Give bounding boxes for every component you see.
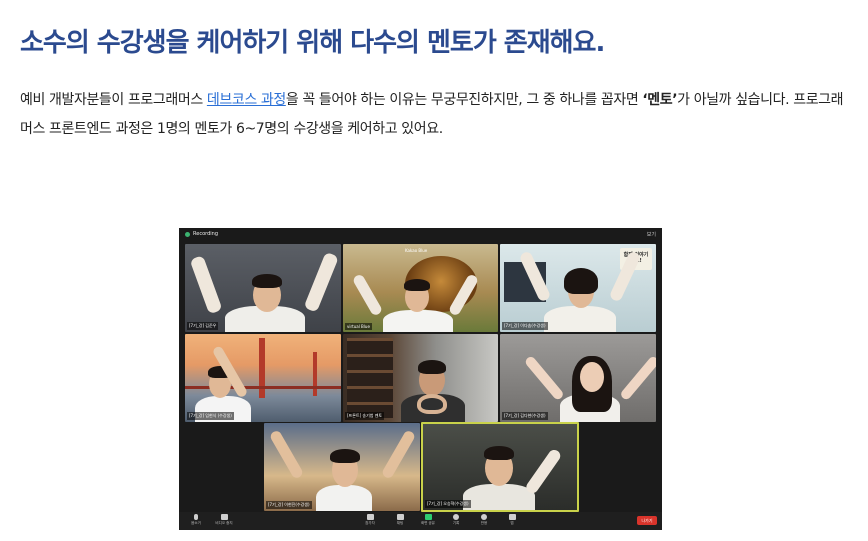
active-speaker-tile: [7기_강] 오승혁(수강생) bbox=[421, 422, 579, 512]
participant-name: [7기_강] 이현진(수강생) bbox=[266, 501, 312, 509]
share-screen-icon bbox=[424, 514, 432, 520]
paragraph-text-1: 예비 개발자분들이 프로그래머스 bbox=[20, 92, 207, 108]
reactions-label: 반응 bbox=[480, 521, 488, 525]
share-label: 화면 공유 bbox=[421, 521, 435, 525]
microphone-icon bbox=[194, 514, 198, 520]
participant-arm bbox=[524, 447, 563, 496]
participant-name: virtual Blue bbox=[345, 323, 372, 330]
smile-icon bbox=[481, 514, 487, 520]
participant-hair bbox=[564, 268, 598, 294]
video-tile: [7기_강] 김다현(수강생) bbox=[500, 334, 656, 422]
participant-body bbox=[383, 310, 453, 332]
video-button[interactable]: 비디오 중지 bbox=[213, 514, 235, 526]
participant-head bbox=[580, 362, 604, 392]
video-tile: [7기_강] 김준우 bbox=[185, 244, 341, 332]
participant-arm bbox=[523, 354, 565, 402]
record-icon bbox=[453, 514, 459, 520]
record-button[interactable]: 기록 bbox=[445, 514, 467, 526]
participant-arm bbox=[351, 273, 384, 317]
apps-label: 앱 bbox=[510, 521, 514, 525]
participant-arm bbox=[268, 429, 305, 480]
apps-button[interactable]: 앱 bbox=[501, 514, 523, 526]
participant-hair bbox=[484, 446, 514, 460]
participant-name: [7기_강] 김다현(수강생) bbox=[502, 412, 548, 420]
video-tile: Kakao Blue virtual Blue bbox=[343, 244, 498, 332]
paragraph-text-2: 을 꼭 들어야 하는 이유는 무궁무진하지만, 그 중 하나를 꼽자면 bbox=[285, 92, 643, 108]
participants-icon bbox=[366, 514, 374, 520]
chat-button[interactable]: 채팅 bbox=[389, 514, 411, 526]
mentor-emphasis: ‘멘토’ bbox=[642, 92, 678, 108]
mute-button[interactable]: 음소거 bbox=[185, 514, 207, 526]
participant-arm bbox=[380, 429, 417, 480]
participant-name: [7기_강] 임현식 (수강생) bbox=[187, 412, 234, 420]
participant-name: [7기_강] 김준우 bbox=[187, 322, 219, 330]
intro-paragraph: 예비 개발자분들이 프로그래머스 데브코스 과정을 꼭 들어야 하는 이유는 무… bbox=[20, 86, 850, 144]
participant-arm bbox=[619, 354, 656, 402]
participant-name: [프론트] 송기범 멘토 bbox=[345, 412, 385, 420]
participants-label: 참가자 bbox=[365, 521, 375, 525]
view-button[interactable]: 보기 bbox=[647, 231, 656, 238]
zoom-top-bar: Recording 보기 bbox=[179, 228, 662, 241]
video-tile: 함께 이야기 해요! [7기_강] 이다솜(수강생) bbox=[500, 244, 656, 332]
video-label: 비디오 중지 bbox=[215, 521, 233, 525]
participant-hair bbox=[330, 449, 360, 463]
record-label: 기록 bbox=[452, 521, 460, 525]
chat-label: 채팅 bbox=[396, 521, 404, 525]
section-heading: 소수의 수강생을 케어하기 위해 다수의 멘토가 존재해요. bbox=[20, 28, 605, 58]
video-tile: [프론트] 송기범 멘토 bbox=[343, 334, 498, 422]
video-tile: [7기_강] 이현진(수강생) bbox=[264, 423, 420, 511]
participant-hair bbox=[404, 279, 430, 291]
participant-arm bbox=[303, 251, 339, 313]
participants-button[interactable]: 참가자 bbox=[359, 514, 381, 526]
participant-hair bbox=[252, 274, 282, 288]
recording-label: Recording bbox=[193, 231, 219, 237]
reactions-button[interactable]: 반응 bbox=[473, 514, 495, 526]
participant-name: [7기_강] 이다솜(수강생) bbox=[502, 322, 548, 330]
bridge-tower bbox=[313, 352, 317, 396]
bridge-tower bbox=[259, 338, 265, 398]
participant-name: [7기_강] 오승혁(수강생) bbox=[425, 500, 471, 508]
participant-body bbox=[463, 484, 535, 510]
participant-body bbox=[544, 306, 616, 332]
participant-arm bbox=[189, 255, 223, 315]
recording-icon bbox=[185, 232, 190, 237]
share-screen-button[interactable]: 화면 공유 bbox=[417, 514, 439, 526]
participant-body bbox=[316, 485, 372, 511]
mute-label: 음소거 bbox=[191, 521, 201, 525]
participant-hair bbox=[418, 360, 446, 374]
video-tile: [7기_강] 임현식 (수강생) bbox=[185, 334, 341, 422]
devcourse-link[interactable]: 데브코스 과정 bbox=[207, 92, 286, 108]
apps-icon bbox=[508, 514, 516, 520]
chat-icon bbox=[396, 514, 404, 520]
camera-icon bbox=[220, 514, 228, 520]
zoom-meeting-screenshot: Recording 보기 [7기_강] 김준우 Kakao Blue virtu… bbox=[179, 228, 662, 530]
heart-hands bbox=[417, 394, 447, 414]
zoom-toolbar: 음소거 비디오 중지 참가자 채팅 화면 공유 기록 반응 앱 나가기 bbox=[179, 512, 662, 530]
bookshelf bbox=[347, 338, 393, 418]
leave-button[interactable]: 나가기 bbox=[637, 516, 657, 525]
virtual-background-label: Kakao Blue bbox=[405, 248, 428, 253]
